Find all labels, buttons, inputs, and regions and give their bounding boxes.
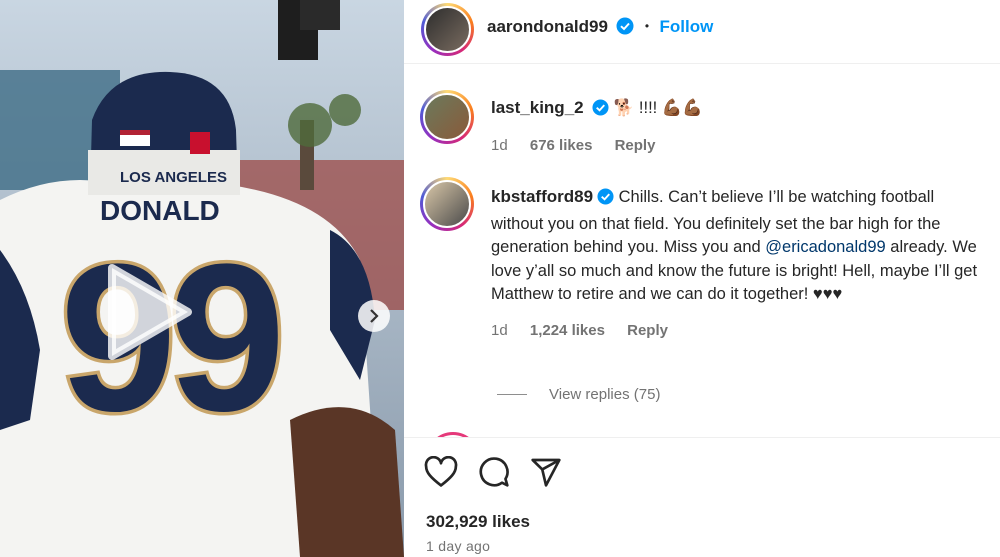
verified-badge-icon [616,17,634,40]
verified-badge-icon [597,188,614,213]
post-likes-count[interactable]: 302,929 likes [426,512,530,532]
post-actions: 302,929 likes 1 day ago [404,437,1000,557]
comment-username[interactable]: last_king_2 [491,98,584,117]
author-avatar[interactable] [421,3,474,56]
verified-badge-icon [592,99,609,124]
view-replies-button[interactable]: View replies (75) [497,386,660,403]
next-media-button[interactable] [358,300,390,332]
commenter-avatar[interactable] [420,90,474,144]
follow-button[interactable]: Follow [659,17,713,36]
post-panel: aarondonald99 • Follow last_king_2 🐕 !!!… [404,0,1000,557]
commenter-avatar[interactable] [420,177,474,231]
view-replies-label: View replies (75) [549,386,661,403]
play-button[interactable] [104,262,194,362]
comment-likes[interactable]: 676 likes [530,137,593,154]
like-button[interactable] [424,455,458,493]
post-timestamp: 1 day ago [426,538,491,554]
comment-username[interactable]: kbstafford89 [491,187,593,206]
heart-icon [424,455,458,487]
author-username[interactable]: aarondonald99 [487,17,608,36]
post-header: aarondonald99 • Follow [404,0,1000,64]
post-media[interactable]: LOS ANGELES DONALD 99 [0,0,404,557]
share-button[interactable] [530,456,562,493]
reply-button[interactable]: Reply [615,137,656,154]
comment-icon [479,457,509,487]
separator: • [644,19,650,33]
play-icon [108,264,192,360]
comment-text: 🐕 !!!! 💪🏾💪🏾 [613,99,703,117]
reply-button[interactable]: Reply [627,322,668,339]
share-icon [531,458,561,487]
chevron-right-icon [370,309,379,323]
comment-likes[interactable]: 1,224 likes [530,322,605,339]
divider-line [497,394,527,395]
video-frame: LOS ANGELES DONALD 99 [0,0,404,557]
mention-link[interactable]: @ericadonald99 [765,238,885,256]
helmet-text: LOS ANGELES [120,169,227,186]
comment-button[interactable] [477,456,511,493]
comment-time: 1d [491,321,508,339]
comment-time: 1d [491,136,508,154]
